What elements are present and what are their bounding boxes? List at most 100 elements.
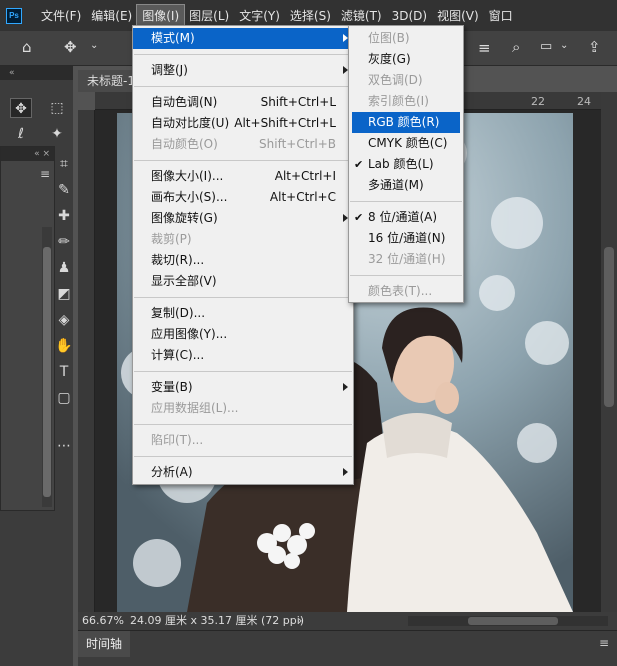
horizontal-scrollbar[interactable] — [408, 616, 608, 626]
ruler-tick: 22 — [531, 95, 545, 108]
menu-item-auto-color: 自动颜色(O) Shift+Ctrl+B — [151, 137, 336, 151]
timeline-tab[interactable]: 时间轴 — [78, 631, 130, 657]
status-arrow-icon[interactable]: › — [298, 612, 302, 630]
menu-item-32bit: 32 位/通道(H) — [368, 252, 446, 266]
menu-filter[interactable]: 滤镜(T) — [336, 5, 387, 27]
brush-tool-icon[interactable]: ✏ — [53, 232, 75, 252]
chevron-down-icon[interactable]: ⌄ — [90, 40, 98, 51]
menu-item-trim[interactable]: 裁切(R)... — [133, 250, 353, 271]
menu-select[interactable]: 选择(S) — [285, 5, 336, 27]
menu-type[interactable]: 文字(Y) — [234, 5, 285, 27]
scrollbar-thumb[interactable] — [468, 617, 558, 625]
menu-item-adjust[interactable]: 调整(J) — [133, 60, 353, 81]
stamp-tool-icon[interactable]: ♟ — [53, 258, 75, 278]
checkmark-icon: ✔ — [354, 158, 364, 171]
menu-separator — [350, 201, 462, 202]
submenu-arrow-icon — [343, 383, 348, 391]
align-icon[interactable]: ≡ — [478, 39, 491, 57]
scrollbar-thumb[interactable] — [604, 247, 614, 407]
menu-item-apply-image[interactable]: 应用图像(Y)... — [133, 324, 353, 345]
share-icon[interactable]: ⇪ — [588, 38, 601, 56]
tool-column: ⌗ ✎ ✚ ✏ ♟ ◩ ◈ ✋ T ▢ ⋯ — [55, 146, 73, 511]
menu-separator — [134, 297, 352, 298]
menu-item-indexed-color: 索引颜色(I) — [368, 94, 429, 108]
menu-item-multichannel[interactable]: 多通道(M) — [349, 175, 463, 196]
menu-item-8bit[interactable]: ✔ 8 位/通道(A) — [349, 207, 463, 228]
menu-item-image-size[interactable]: 图像大小(I)... Alt+Ctrl+I — [133, 166, 353, 187]
zoom-level[interactable]: 66.67% — [82, 612, 124, 630]
move-tool-icon[interactable]: ✥ — [10, 98, 32, 118]
menu-item-cmyk-color[interactable]: CMYK 颜色(C) — [349, 133, 463, 154]
menu-item-rgb-color[interactable]: RGB 颜色(R) — [352, 112, 460, 133]
menu-item-bitmap: 位图(B) — [368, 31, 410, 45]
magic-wand-icon[interactable]: ✦ — [46, 124, 68, 144]
chevron-down-icon[interactable]: ⌄ — [560, 40, 568, 51]
toolbar-collapse[interactable]: « — [0, 66, 73, 80]
eyedropper-icon[interactable]: ✎ — [53, 180, 75, 200]
search-icon[interactable]: ⌕ — [512, 38, 520, 56]
hand-tool-icon[interactable]: ✋ — [53, 336, 75, 356]
menu-separator — [134, 371, 352, 372]
menu-image[interactable]: 图像(I) — [136, 3, 186, 28]
menu-item-reveal-all[interactable]: 显示全部(V) — [133, 271, 353, 292]
lasso-tool-icon[interactable]: ℓ — [10, 124, 32, 144]
move-tool-icon[interactable]: ✥ — [64, 38, 77, 56]
panel-menu-icon[interactable]: ≡ — [599, 636, 609, 650]
menu-separator — [134, 54, 352, 55]
home-icon[interactable]: ⌂ — [22, 38, 32, 56]
shape-tool-icon[interactable]: ▢ — [53, 388, 75, 408]
type-tool-icon[interactable]: T — [53, 362, 75, 382]
menu-item-duotone: 双色调(D) — [368, 73, 423, 87]
paint-bucket-icon[interactable]: ◈ — [53, 310, 75, 330]
menu-item-apply-data-set: 应用数据组(L)... — [151, 401, 239, 415]
menu-view[interactable]: 视图(V) — [432, 5, 484, 27]
menu-separator — [134, 160, 352, 161]
photoshop-logo: Ps — [6, 7, 22, 24]
side-panel-scrollbar[interactable] — [42, 227, 52, 507]
menu-item-variables[interactable]: 变量(B) — [133, 377, 353, 398]
menu-item-trap: 陷印(T)... — [151, 433, 204, 447]
vertical-scrollbar[interactable] — [601, 92, 617, 612]
menu-item-lab-color[interactable]: ✔ Lab 颜色(L) — [349, 154, 463, 175]
ruler-tick: 24 — [577, 95, 591, 108]
marquee-tool-icon[interactable]: ⬚ — [46, 98, 68, 118]
timeline-panel: 时间轴 ≡ — [78, 630, 617, 666]
menu-edit[interactable]: 编辑(E) — [86, 5, 137, 27]
eraser-icon[interactable]: ◩ — [53, 284, 75, 304]
mode-submenu: 位图(B) 灰度(G) 双色调(D) 索引颜色(I) RGB 颜色(R) CMY… — [348, 25, 464, 303]
panel-menu-icon[interactable]: ≡ — [40, 167, 50, 181]
ruler-vertical — [78, 110, 95, 612]
menu-separator — [134, 456, 352, 457]
menu-separator — [134, 424, 352, 425]
scrollbar-thumb[interactable] — [43, 247, 51, 497]
menu-item-auto-tone[interactable]: 自动色调(N) Shift+Ctrl+L — [133, 92, 353, 113]
menu-item-analysis[interactable]: 分析(A) — [133, 462, 353, 483]
menu-file[interactable]: 文件(F) — [36, 5, 86, 27]
menu-layer[interactable]: 图层(L) — [184, 5, 234, 27]
menu-separator — [350, 275, 462, 276]
menu-item-color-table: 颜色表(T)... — [368, 284, 433, 298]
menu-separator — [134, 86, 352, 87]
menu-item-image-rotation[interactable]: 图像旋转(G) — [133, 208, 353, 229]
crop-tool-icon[interactable]: ⌗ — [53, 154, 75, 174]
workspace-icon[interactable]: ▭ — [540, 39, 552, 54]
menu-window[interactable]: 窗口 — [484, 5, 518, 27]
menu-item-mode[interactable]: 模式(M) — [133, 28, 353, 49]
document-tab[interactable]: 未标题-1 — [78, 70, 138, 92]
submenu-arrow-icon — [343, 468, 348, 476]
document-info: 24.09 厘米 x 35.17 厘米 (72 ppi) — [130, 614, 305, 627]
menu-item-duplicate[interactable]: 复制(D)... — [133, 303, 353, 324]
menu-item-16bit[interactable]: 16 位/通道(N) — [349, 228, 463, 249]
menu-3d[interactable]: 3D(D) — [387, 5, 432, 27]
healing-brush-icon[interactable]: ✚ — [53, 206, 75, 226]
edit-toolbar-icon[interactable]: ⋯ — [53, 436, 75, 456]
menu-item-canvas-size[interactable]: 画布大小(S)... Alt+Ctrl+C — [133, 187, 353, 208]
image-menu: 模式(M) 调整(J) 自动色调(N) Shift+Ctrl+L 自动对比度(U)… — [132, 25, 354, 485]
status-bar: 66.67% 24.09 厘米 x 35.17 厘米 (72 ppi) › — [78, 612, 617, 630]
side-panel-header[interactable]: « × — [1, 147, 54, 161]
menu-item-crop: 裁剪(P) — [151, 232, 192, 246]
menu-item-grayscale[interactable]: 灰度(G) — [349, 49, 463, 70]
menu-item-calculations[interactable]: 计算(C)... — [133, 345, 353, 366]
menu-item-auto-contrast[interactable]: 自动对比度(U) Alt+Shift+Ctrl+L — [133, 113, 353, 134]
side-panel: « × ≡ — [0, 146, 55, 511]
